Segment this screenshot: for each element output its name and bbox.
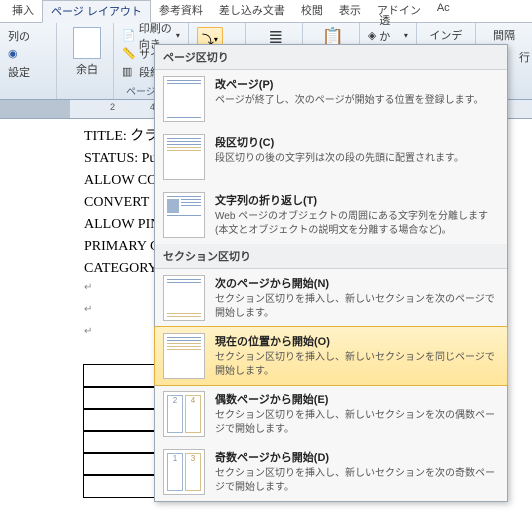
tab-page-layout[interactable]: ページ レイアウト (42, 0, 151, 23)
even-page-icon: 24 (163, 391, 205, 437)
page-break-icon (163, 76, 205, 122)
spacing-label: 間隔 (484, 27, 524, 43)
menu-section-page-breaks: ページ区切り (155, 45, 507, 70)
tab-insert[interactable]: 挿入 (4, 0, 42, 22)
menu-item-desc: セクション区切りを挿入し、新しいセクションを次の奇数ページで開始します。 (215, 467, 499, 495)
menu-item-title: 偶数ページから開始(E) (215, 391, 499, 407)
menu-item-even-page[interactable]: 24 偶数ページから開始(E) セクション区切りを挿入し、新しいセクションを次の偶… (155, 385, 507, 443)
orientation-icon: 📄 (122, 29, 136, 43)
menu-item-next-page[interactable]: 次のページから開始(N) セクション区切りを挿入し、新しいセクションを次のページで… (155, 269, 507, 327)
wrap-icon (163, 192, 205, 238)
menu-item-odd-page[interactable]: 13 奇数ページから開始(D) セクション区切りを挿入し、新しいセクションを次の奇… (155, 443, 507, 501)
menu-item-text-wrapping[interactable]: 文字列の折り返し(T) Web ページのオブジェクトの周囲にある文字列を分離します… (155, 186, 507, 244)
tab-acrobat[interactable]: Ac (429, 0, 458, 22)
partial-item[interactable]: 設定 (8, 63, 48, 80)
margins-button[interactable]: 余白 (65, 27, 109, 77)
menu-item-desc: 段区切りの後の文字列は次の段の先頭に配置されます。 (215, 152, 499, 166)
watermark-button[interactable]: ◈透かし▾ (368, 27, 408, 44)
menu-item-column-break[interactable]: 段区切り(C) 段区切りの後の文字列は次の段の先頭に配置されます。 (155, 128, 507, 186)
odd-page-icon: 13 (163, 449, 205, 495)
menu-item-page-break[interactable]: 改ページ(P) ページが終了し、次のページが開始する位置を登録します。 (155, 70, 507, 128)
menu-item-title: 次のページから開始(N) (215, 275, 499, 291)
partial-item[interactable]: ◉ (8, 45, 48, 62)
columns-icon: ▥ (122, 65, 136, 79)
margins-label: 余白 (76, 61, 98, 77)
tab-review[interactable]: 校閲 (293, 0, 331, 22)
menu-item-desc: Web ページのオブジェクトの周囲にある文字列を分離します (本文とオブジェクト… (215, 210, 499, 238)
watermark-icon: ◈ (368, 29, 376, 42)
ribbon-tabs: 挿入 ページ レイアウト 参考資料 差し込み文書 校閲 表示 アドイン Ac (0, 0, 532, 23)
menu-item-desc: セクション区切りを挿入し、新しいセクションを次の偶数ページで開始します。 (215, 409, 499, 437)
menu-item-title: 現在の位置から開始(O) (215, 333, 499, 349)
menu-item-desc: セクション区切りを挿入し、新しいセクションを次のページで開始します。 (215, 293, 499, 321)
menu-section-section-breaks: セクション区切り (155, 244, 507, 269)
menu-item-desc: セクション区切りを挿入し、新しいセクションを同じページで開始します。 (215, 351, 499, 379)
size-icon: 📏 (122, 47, 136, 61)
orientation-button[interactable]: 📄印刷の向き▾ (122, 27, 180, 44)
ruler-mark: 2 (110, 102, 115, 112)
next-page-icon (163, 275, 205, 321)
breaks-dropdown: ページ区切り 改ページ(P) ページが終了し、次のページが開始する位置を登録します… (154, 44, 508, 502)
menu-item-desc: ページが終了し、次のページが開始する位置を登録します。 (215, 94, 499, 108)
menu-item-title: 奇数ページから開始(D) (215, 449, 499, 465)
menu-item-title: 段区切り(C) (215, 134, 499, 150)
menu-item-title: 文字列の折り返し(T) (215, 192, 499, 208)
partial-item[interactable]: 列の (8, 27, 48, 44)
tab-mailings[interactable]: 差し込み文書 (211, 0, 293, 22)
margins-icon (73, 27, 101, 59)
continuous-icon (163, 333, 205, 379)
menu-item-title: 改ページ(P) (215, 76, 499, 92)
column-break-icon (163, 134, 205, 180)
tab-view[interactable]: 表示 (331, 0, 369, 22)
row-label: 行 (519, 49, 530, 65)
menu-item-continuous[interactable]: 現在の位置から開始(O) セクション区切りを挿入し、新しいセクションを同じページで… (154, 326, 508, 386)
